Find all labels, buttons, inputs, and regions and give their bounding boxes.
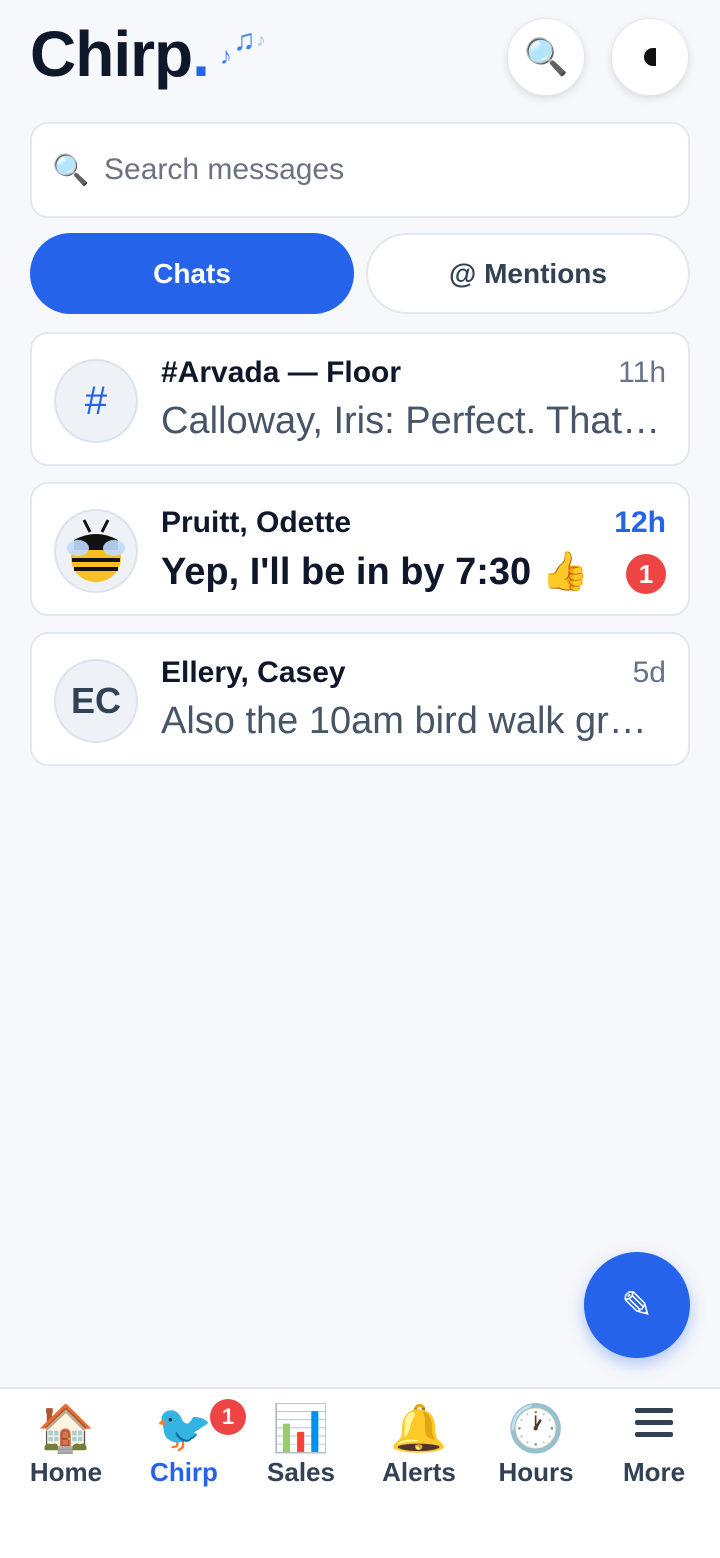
tab-chats[interactable]: Chats — [30, 233, 354, 314]
nav-label: Sales — [267, 1457, 335, 1487]
bee-icon — [67, 519, 125, 582]
conversation-name: Ellery, Casey — [161, 656, 346, 689]
nav-sales[interactable]: 📊 Sales — [241, 1389, 361, 1499]
clock-icon: 🕐 — [507, 1402, 565, 1454]
app-logo: Chirp. — [30, 18, 210, 90]
search-bar[interactable]: 🔍 — [30, 122, 690, 218]
conversation-item[interactable]: # #Arvada — Floor 11h Calloway, Iris: Pe… — [30, 332, 690, 466]
nav-alerts[interactable]: 🔔 Alerts — [359, 1389, 479, 1499]
nav-label: Home — [29, 1457, 103, 1487]
compose-button[interactable]: ✎ — [584, 1252, 690, 1358]
conversation-name: Pruitt, Odette — [161, 506, 352, 539]
nav-hours[interactable]: 🕐 Hours — [476, 1389, 596, 1499]
moon-icon — [644, 48, 656, 66]
conversation-preview: Yep, I'll be in by 7:30 👍 — [161, 551, 590, 593]
header: Chirp. ♪♫♪ 🔍 — [30, 18, 690, 98]
music-notes-icon: ♪♫♪ — [220, 24, 267, 70]
search-input[interactable] — [104, 153, 664, 187]
bell-icon: 🔔 — [390, 1402, 448, 1454]
nav-more[interactable]: More — [594, 1389, 714, 1499]
unread-badge: 1 — [626, 554, 666, 594]
nav-home[interactable]: 🏠 Home — [6, 1389, 126, 1499]
house-icon: 🏠 — [37, 1402, 95, 1454]
app: Chirp. ♪♫♪ 🔍 🔍 Chats @ Mentions # #Arvad… — [0, 0, 720, 1558]
conversation-time: 5d — [632, 656, 666, 689]
tab-mentions[interactable]: @ Mentions — [366, 233, 690, 314]
nav-label: Hours — [498, 1457, 574, 1487]
hamburger-icon — [594, 1401, 714, 1455]
initials-avatar: EC — [54, 659, 138, 743]
nav-label: Chirp — [150, 1457, 218, 1487]
bar-chart-icon: 📊 — [272, 1402, 330, 1454]
conversation-preview: Calloway, Iris: Perfect. That'… — [161, 400, 661, 442]
conversation-item[interactable]: EC Ellery, Casey 5d Also the 10am bird w… — [30, 632, 690, 766]
pencil-icon: ✎ — [621, 1284, 653, 1327]
conversation-item[interactable]: Pruitt, Odette 12h Yep, I'll be in by 7:… — [30, 482, 690, 616]
search-icon: 🔍 — [523, 36, 569, 77]
channel-avatar: # — [54, 359, 138, 443]
conversation-list: # #Arvada — Floor 11h Calloway, Iris: Pe… — [30, 332, 690, 782]
conversation-preview: Also the 10am bird walk gro… — [161, 700, 661, 742]
conversation-time: 12h — [614, 506, 666, 539]
conversation-time: 11h — [618, 356, 666, 389]
tab-bar: Chats @ Mentions — [30, 233, 690, 314]
nav-label: Alerts — [382, 1457, 456, 1487]
bee-avatar — [54, 509, 138, 593]
search-button[interactable]: 🔍 — [507, 18, 585, 96]
conversation-name: #Arvada — Floor — [161, 356, 402, 389]
theme-toggle-button[interactable] — [611, 18, 689, 96]
search-icon: 🔍 — [52, 153, 90, 187]
bottom-nav: 🏠 Home 🐦 Chirp 1 📊 Sales 🔔 Alerts 🕐 Hour… — [0, 1387, 720, 1558]
nav-label: More — [622, 1457, 686, 1487]
